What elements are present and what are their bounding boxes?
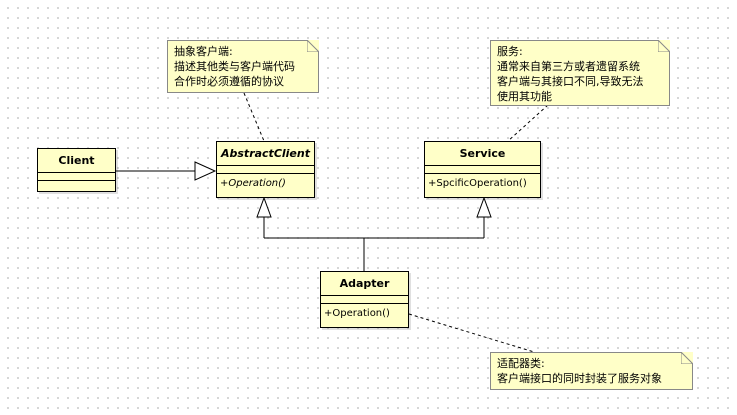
- client-generalization-arrowhead: [194, 161, 217, 181]
- note-abstract-client-fold: [307, 40, 319, 52]
- note-service[interactable]: 服务: 通常来自第三方或者遗留系统 客户端与其接口不同,导致无法 使用其功能: [490, 40, 670, 106]
- note-adapter[interactable]: 适配器类: 客户端接口的同时封装了服务对象: [490, 352, 693, 390]
- note-service-line-2: 通常来自第三方或者遗留系统: [497, 60, 640, 73]
- note-service-fold: [658, 40, 670, 52]
- class-service-operation: +SpcificOperation(): [428, 178, 527, 189]
- class-service-name: Service: [425, 142, 540, 166]
- abstractclient-generalization-arrowhead: [256, 196, 272, 218]
- note-abstract-client-line-2: 描述其他类与客户端代码: [174, 60, 295, 73]
- class-abstract-client-attributes: [217, 166, 314, 174]
- class-client-name: Client: [38, 149, 115, 173]
- class-client-attributes: [38, 173, 115, 181]
- class-abstract-client-name: AbstractClient: [217, 142, 314, 166]
- note-adapter-line-1: 适配器类:: [497, 357, 545, 370]
- note-service-line-3: 客户端与其接口不同,导致无法: [497, 75, 644, 88]
- note-service-line-1: 服务:: [497, 45, 523, 58]
- class-adapter-operation: +Operation(): [324, 308, 390, 319]
- service-note-anchor: [507, 104, 549, 142]
- note-service-line-4: 使用其功能: [497, 90, 552, 103]
- class-adapter-attributes: [321, 296, 408, 304]
- note-abstract-client-line-1: 抽象客户端:: [174, 45, 233, 58]
- service-generalization-arrowhead: [476, 196, 492, 218]
- class-abstract-client[interactable]: AbstractClient +Operation(): [216, 141, 315, 198]
- abstractclient-note-anchor: [243, 92, 265, 142]
- note-adapter-line-2: 客户端接口的同时封装了服务对象: [497, 372, 662, 385]
- class-adapter-name: Adapter: [321, 272, 408, 296]
- note-abstract-client-line-3: 合作时必须遵循的协议: [174, 75, 284, 88]
- class-adapter[interactable]: Adapter +Operation(): [320, 271, 409, 328]
- class-service[interactable]: Service +SpcificOperation(): [424, 141, 541, 198]
- class-client[interactable]: Client: [37, 148, 116, 192]
- note-abstract-client[interactable]: 抽象客户端: 描述其他类与客户端代码 合作时必须遵循的协议: [167, 40, 319, 93]
- class-service-attributes: [425, 166, 540, 174]
- adapter-note-anchor: [408, 313, 535, 353]
- note-adapter-fold: [681, 352, 693, 364]
- class-abstract-client-operation: +Operation(): [220, 178, 286, 189]
